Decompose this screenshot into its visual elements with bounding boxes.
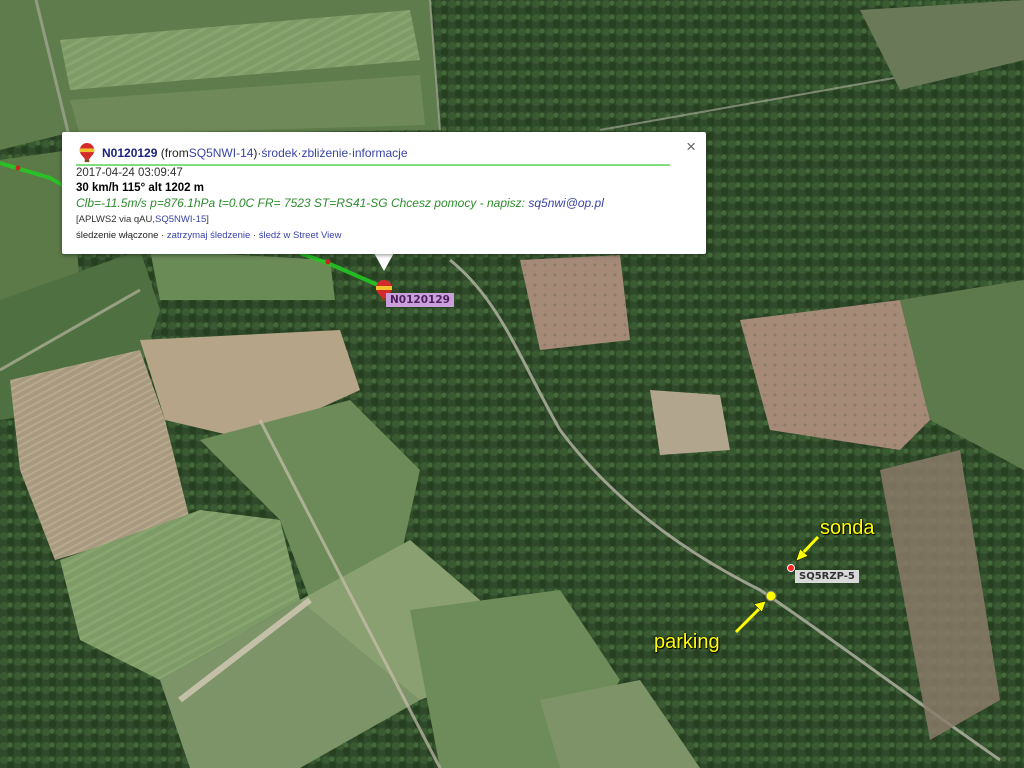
- center-link[interactable]: środek: [261, 146, 297, 160]
- info-popup: × N0120129 (from SQ5NWI-14 ) · środek · …: [62, 132, 706, 254]
- parking-arrow-icon: [734, 600, 767, 634]
- comment-line: Clb=-11.5m/s p=876.1hPa t=0.0C FR= 7523 …: [76, 196, 604, 210]
- popup-tail: [374, 253, 394, 271]
- sonde-marker-dot: [787, 564, 795, 572]
- streetview-link[interactable]: śledź w Street View: [259, 230, 342, 241]
- path-suffix: ]: [206, 214, 209, 225]
- object-label[interactable]: N0120129: [386, 293, 454, 307]
- balloon-track-line: [299, 251, 381, 288]
- comment-text: Clb=-11.5m/s p=876.1hPa t=0.0C FR= 7523 …: [76, 196, 529, 210]
- track-overlay: [0, 161, 820, 634]
- from-station-link[interactable]: SQ5NWI-14: [189, 146, 254, 160]
- email-link[interactable]: sq5nwi@op.pl: [528, 196, 604, 210]
- station-label[interactable]: SQ5RZP-5: [795, 570, 859, 583]
- timestamp: 2017-04-24 03:09:47: [76, 167, 183, 179]
- path-line: [APLWS2 via qAU,SQ5NWI-15]: [76, 214, 209, 225]
- path-station-link[interactable]: SQ5NWI-15: [155, 214, 206, 225]
- annotation-parking: parking: [654, 631, 720, 653]
- from-prefix: (from: [160, 146, 189, 160]
- stop-tracking-link[interactable]: zatrzymaj śledzenie: [167, 230, 250, 241]
- tracking-status: śledzenie włączone: [76, 230, 159, 241]
- track-point: [15, 165, 21, 171]
- annotation-sonda: sonda: [820, 517, 875, 539]
- zoom-link[interactable]: zbliżenie: [301, 146, 348, 160]
- close-icon[interactable]: ×: [686, 138, 696, 155]
- speed-altitude: 30 km/h 115° alt 1202 m: [76, 182, 204, 194]
- info-link[interactable]: informacje: [352, 146, 407, 160]
- callsign-link[interactable]: N0120129: [102, 146, 157, 160]
- parking-marker-dot: [765, 590, 777, 602]
- track-point: [325, 259, 331, 265]
- hot-air-balloon-icon: [79, 143, 95, 163]
- popup-header: N0120129 (from SQ5NWI-14 ) · środek · zb…: [78, 142, 676, 164]
- header-divider: [76, 164, 670, 166]
- satellite-map[interactable]: N0120129 SQ5RZP-5 sonda parking: [0, 0, 1024, 768]
- sonda-arrow-icon: [795, 535, 820, 562]
- path-prefix: [APLWS2 via qAU,: [76, 214, 156, 225]
- tracking-line: śledzenie włączone · zatrzymaj śledzenie…: [76, 230, 341, 241]
